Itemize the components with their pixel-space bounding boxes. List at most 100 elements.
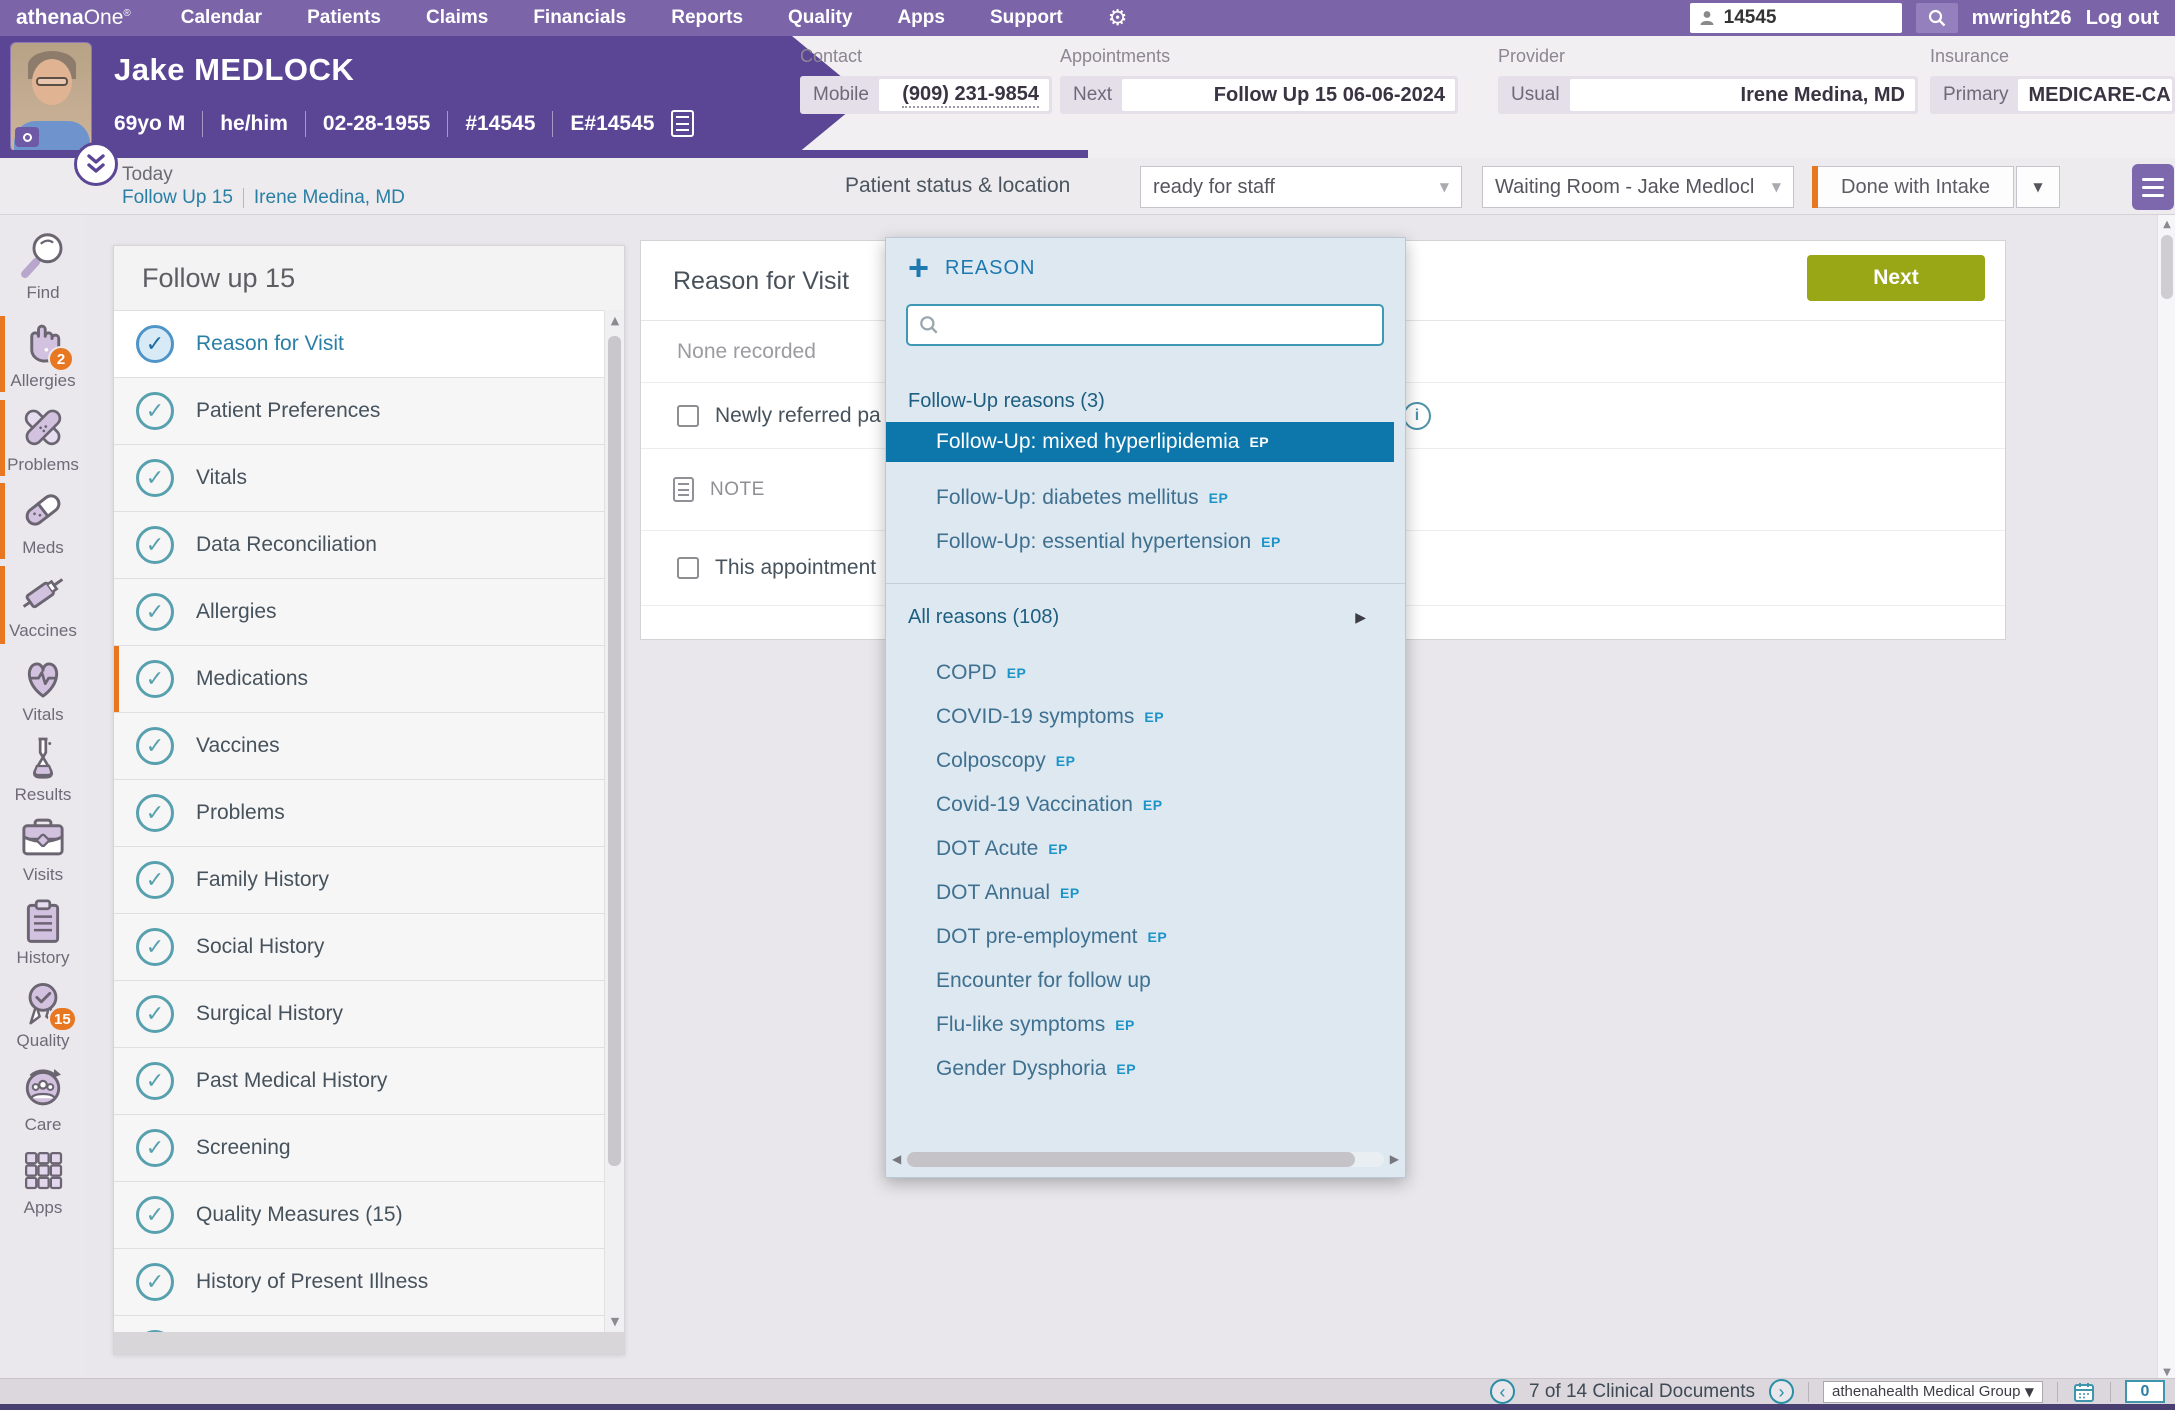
rail-item-results[interactable]: Results: [0, 730, 86, 805]
checklist-item-vitals[interactable]: ✓Vitals: [114, 444, 624, 511]
reason-option-covid19-vaccination[interactable]: Covid-19 VaccinationEP: [886, 785, 1394, 825]
rail-item-apps[interactable]: Apps: [0, 1143, 86, 1218]
reason-option-essential-hypertension[interactable]: Follow-Up: essential hypertensionEP: [886, 522, 1394, 562]
patient-demographics: 69yo M he/him 02-28-1955 #14545 E#14545: [114, 110, 694, 137]
calendar-icon[interactable]: [2072, 1380, 2096, 1404]
reason-option-dot-pre-employment[interactable]: DOT pre-employmentEP: [886, 917, 1394, 957]
provider-group: Provider Usual Irene Medina, MD: [1498, 46, 1918, 114]
nav-item-support[interactable]: Support: [990, 7, 1063, 29]
dropdown-scroll-thumb[interactable]: [907, 1152, 1355, 1167]
reason-search-input[interactable]: [948, 314, 1372, 337]
rail-item-care[interactable]: Care: [0, 1060, 86, 1135]
reason-option-flu-like-symptoms[interactable]: Flu-like symptomsEP: [886, 1005, 1394, 1045]
nav-item-patients[interactable]: Patients: [307, 7, 381, 29]
scroll-down-icon[interactable]: ▼: [2158, 1367, 2175, 1378]
reason-option-mixed-hyperlipidemia[interactable]: Follow-Up: mixed hyperlipidemiaEP: [886, 422, 1394, 462]
organization-select[interactable]: athenahealth Medical Group▼: [1823, 1381, 2043, 1403]
encounter-provider-link[interactable]: Irene Medina, MD: [254, 187, 405, 209]
double-chevron-down-icon: [81, 149, 111, 179]
next-document-button[interactable]: ›: [1769, 1379, 1794, 1404]
scroll-left-icon[interactable]: ◀: [892, 1152, 901, 1166]
followup-reasons-header: Follow-Up reasons (3): [908, 390, 1105, 413]
next-button[interactable]: Next: [1807, 255, 1985, 301]
reason-option-dot-acute[interactable]: DOT AcuteEP: [886, 829, 1394, 869]
rail-item-allergies[interactable]: 2 Allergies: [0, 316, 86, 391]
rail-item-vitals[interactable]: Vitals: [0, 650, 86, 725]
brand-bold: athena: [16, 6, 84, 29]
reason-option-covid19-symptoms[interactable]: COVID-19 symptomsEP: [886, 697, 1394, 737]
collapse-banner-button[interactable]: [74, 142, 118, 186]
contact-value[interactable]: (909) 231-9854: [879, 79, 1049, 111]
scroll-up-icon[interactable]: ▲: [605, 314, 625, 327]
username-menu[interactable]: mwright26: [1972, 7, 2072, 30]
patient-banner: Jake MEDLOCK 69yo M he/him 02-28-1955 #1…: [0, 36, 2175, 158]
nav-item-claims[interactable]: Claims: [426, 7, 488, 29]
rail-item-history[interactable]: History: [0, 893, 86, 968]
rail-item-quality[interactable]: 15 Quality: [0, 976, 86, 1051]
checklist-item-family-history[interactable]: ✓Family History: [114, 846, 624, 913]
check-circle-icon: ✓: [136, 995, 174, 1033]
rail-item-vaccines[interactable]: Vaccines: [0, 566, 86, 641]
newly-referred-checkbox[interactable]: [677, 405, 699, 427]
checklist-item-social-history[interactable]: ✓Social History: [114, 913, 624, 980]
add-reason-button[interactable]: + REASON: [908, 252, 1036, 284]
search-input[interactable]: [1724, 7, 1844, 29]
reason-option-diabetes-mellitus[interactable]: Follow-Up: diabetes mellitusEP: [886, 478, 1394, 518]
rail-item-visits[interactable]: Visits: [0, 810, 86, 885]
checklist-item-history-of-present-illness[interactable]: ✓History of Present Illness: [114, 1248, 624, 1315]
reason-option-colposcopy[interactable]: ColposcopyEP: [886, 741, 1394, 781]
nav-item-financials[interactable]: Financials: [533, 7, 626, 29]
chart-menu-button[interactable]: [2132, 164, 2174, 210]
nav-item-reports[interactable]: Reports: [671, 7, 743, 29]
reason-option-gender-dysphoria[interactable]: Gender DysphoriaEP: [886, 1049, 1394, 1089]
rail-label: Allergies: [10, 371, 75, 391]
done-with-intake-menu-button[interactable]: ▼: [2016, 166, 2060, 208]
all-reasons-header[interactable]: All reasons (108)▶: [908, 606, 1366, 629]
camera-icon[interactable]: [15, 127, 39, 147]
checklist-item-vaccines[interactable]: ✓Vaccines: [114, 712, 624, 779]
checklist-item-data-reconciliation[interactable]: ✓Data Reconciliation: [114, 511, 624, 578]
checklist-item-allergies[interactable]: ✓Allergies: [114, 578, 624, 645]
rail-item-problems[interactable]: Problems: [0, 400, 86, 475]
nav-item-calendar[interactable]: Calendar: [181, 7, 262, 29]
checklist-item-patient-preferences[interactable]: ✓Patient Preferences: [114, 377, 624, 444]
patient-status-select[interactable]: ready for staff▼: [1140, 166, 1462, 208]
search-button[interactable]: [1916, 3, 1958, 33]
contact-key: Mobile: [803, 79, 879, 111]
gear-icon[interactable]: ⚙: [1108, 6, 1128, 31]
checklist-item-medications[interactable]: ✓Medications: [114, 645, 624, 712]
reason-option-copd[interactable]: COPDEP: [886, 653, 1394, 693]
rail-item-find[interactable]: Find: [0, 228, 86, 303]
scroll-up-icon[interactable]: ▲: [2158, 219, 2175, 230]
patient-location-select[interactable]: Waiting Room - Jake Medlocl▼: [1482, 166, 1794, 208]
checklist-item-reason-for-visit[interactable]: ✓Reason for Visit: [114, 310, 624, 377]
patient-briefing-icon[interactable]: [671, 110, 694, 137]
previous-document-button[interactable]: ‹: [1490, 1379, 1515, 1404]
scroll-right-icon[interactable]: ▶: [1390, 1152, 1399, 1166]
page-scroll-thumb[interactable]: [2161, 235, 2173, 299]
logout-button[interactable]: Log out: [2086, 7, 2159, 30]
reason-option-encounter-for-follow-up[interactable]: Encounter for follow up: [886, 961, 1394, 1001]
checklist-scroll-thumb[interactable]: [608, 336, 621, 1166]
rail-item-meds[interactable]: Meds: [0, 483, 86, 558]
check-circle-icon: ✓: [136, 392, 174, 430]
checklist-item-quality-measures[interactable]: ✓Quality Measures (15): [114, 1181, 624, 1248]
nav-item-apps[interactable]: Apps: [897, 7, 945, 29]
checklist-item-surgical-history[interactable]: ✓Surgical History: [114, 980, 624, 1047]
page-scrollbar[interactable]: ▲ ▼: [2157, 215, 2175, 1382]
athenaone-logo[interactable]: athenaOne®: [16, 6, 131, 30]
appointments-label: Appointments: [1060, 46, 1458, 67]
checklist-item-past-medical-history[interactable]: ✓Past Medical History: [114, 1047, 624, 1114]
info-icon[interactable]: i: [1403, 402, 1431, 430]
encounter-link[interactable]: Follow Up 15: [122, 187, 233, 209]
checklist-scrollbar[interactable]: ▲ ▼: [604, 310, 624, 1332]
reason-option-dot-annual[interactable]: DOT AnnualEP: [886, 873, 1394, 913]
appointment-checkbox[interactable]: [677, 557, 699, 579]
nav-item-quality[interactable]: Quality: [788, 7, 852, 29]
scroll-down-icon[interactable]: ▼: [605, 1315, 625, 1328]
checklist-item-screening[interactable]: ✓Screening: [114, 1114, 624, 1181]
checklist-item-problems[interactable]: ✓Problems: [114, 779, 624, 846]
done-with-intake-button[interactable]: Done with Intake: [1818, 166, 2014, 208]
check-circle-icon: ✓: [136, 928, 174, 966]
checklist-horizontal-scrollbar[interactable]: [114, 1332, 624, 1354]
